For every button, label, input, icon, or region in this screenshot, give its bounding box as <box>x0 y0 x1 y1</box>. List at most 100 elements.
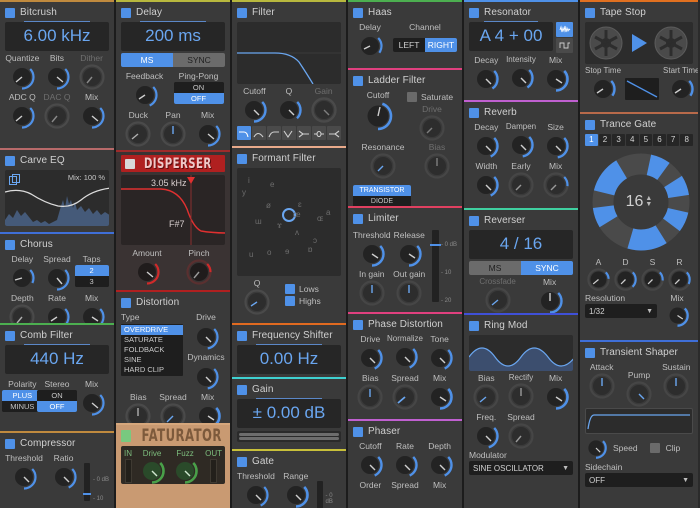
pd-tone-knob[interactable] <box>426 345 453 371</box>
filter-shape-lowshelf-icon[interactable] <box>297 126 311 140</box>
ring-mod-enable-checkbox[interactable] <box>469 320 479 331</box>
knob-bias[interactable]: Bias <box>121 392 155 423</box>
haas-enable-checkbox[interactable] <box>353 7 363 18</box>
saturate-row[interactable]: Saturate <box>407 92 457 102</box>
module-disperser[interactable]: DISPERSER 3.05 kHz F#7 Amount Pinch <box>116 150 230 290</box>
resonator-decay-knob[interactable] <box>473 66 500 92</box>
stepper-arrows-icon[interactable]: ▲ ▼ <box>645 195 652 208</box>
knob-dither[interactable]: Dither <box>74 53 108 90</box>
start-time-knob[interactable] <box>668 76 694 102</box>
channel-option-left[interactable]: LEFT <box>393 38 425 52</box>
ladder-mode-transistor[interactable]: TRANSISTOR <box>353 185 411 196</box>
knob-depth[interactable]: Depth <box>422 441 456 478</box>
filter-shape-highpass-icon[interactable] <box>267 126 281 140</box>
rm-bias-knob[interactable] <box>473 384 499 410</box>
resonator-wave-buttons[interactable] <box>556 22 573 53</box>
rate-knob[interactable] <box>44 304 70 323</box>
knob-spread[interactable]: Spread <box>40 254 74 291</box>
knob-mix[interactable]: Mix <box>422 480 456 491</box>
tg-sustain-knob[interactable] <box>641 268 664 291</box>
knob-drive[interactable]: Drive <box>353 334 387 371</box>
module-carve-eq[interactable]: Carve EQ Mix: 100 % <box>0 148 114 232</box>
trance-gate-step-count[interactable]: 16 ▲ ▼ <box>626 193 653 211</box>
transient-shaper-enable-checkbox[interactable] <box>585 347 595 358</box>
gain-enable-checkbox[interactable] <box>237 384 247 395</box>
limiter-in-gain-knob[interactable] <box>359 280 385 306</box>
knob-start-time[interactable]: Start Time <box>663 66 698 102</box>
ladder-mode-toggle[interactable]: TRANSISTOR DIODE <box>353 185 411 206</box>
pd-normalize-knob[interactable] <box>392 344 418 370</box>
rm-spread-knob[interactable] <box>508 423 534 449</box>
reverb-enable-checkbox[interactable] <box>469 107 479 118</box>
quantize-knob[interactable] <box>9 64 35 90</box>
reverser-sync-option-ms[interactable]: MS <box>469 261 521 275</box>
module-transient-shaper[interactable]: Transient Shaper Attack Pump Sustain Spe… <box>580 340 698 508</box>
reverser-sync-toggle[interactable]: MS SYNC <box>469 261 573 275</box>
knob-early[interactable]: Early <box>504 161 538 198</box>
step-bank-7[interactable]: 7 <box>666 134 680 146</box>
delay-sync-toggle[interactable]: MS SYNC <box>121 53 225 67</box>
tape-stop-enable-checkbox[interactable] <box>585 7 595 18</box>
knob-feedback[interactable]: Feedback <box>121 71 168 108</box>
knob-attack[interactable]: A <box>585 257 612 291</box>
dynamics-knob[interactable] <box>193 364 219 390</box>
stereo-selector[interactable]: Stereo ON OFF <box>36 379 77 412</box>
ring-mod-wave-graph[interactable] <box>469 335 573 371</box>
knob-bits[interactable]: Bits <box>40 53 74 90</box>
formant-lows-row[interactable]: Lows <box>285 284 341 294</box>
knob-threshold[interactable]: Threshold <box>353 230 391 267</box>
knob-release[interactable]: Release <box>390 230 427 267</box>
reverser-sync-option-sync[interactable]: SYNC <box>521 261 573 275</box>
knob-cutoff[interactable]: Cutoff <box>353 441 387 478</box>
filter-shape-bandpass-icon[interactable] <box>252 126 266 140</box>
bitcrush-frequency-display[interactable]: 6.00 kHz <box>5 21 109 51</box>
ts-envelope-graph[interactable] <box>585 408 693 434</box>
pd-drive-knob[interactable] <box>357 345 384 371</box>
module-reverser[interactable]: Reverser 4 / 16 MS SYNC Crossfade Mix <box>464 208 578 313</box>
knob-mix[interactable]: Mix <box>422 373 456 410</box>
ts-pump-knob[interactable] <box>626 381 652 407</box>
rm-mix-knob[interactable] <box>542 384 569 410</box>
formant-filter-enable-checkbox[interactable] <box>237 153 247 164</box>
knob-dampen[interactable]: Dampen <box>504 122 538 158</box>
square-wave-icon[interactable] <box>556 38 573 53</box>
knob-quantize[interactable]: Quantize <box>5 53 39 90</box>
distortion-type-list[interactable]: OVERDRIVE SATURATE FOLDBACK SINE HARD CL… <box>121 324 183 376</box>
step-bank-5[interactable]: 5 <box>639 134 653 146</box>
reverb-size-knob[interactable] <box>542 133 569 159</box>
knob-adc-q[interactable]: ADC Q <box>5 92 39 129</box>
adc-q-knob[interactable] <box>9 103 35 129</box>
pingpong-option-off[interactable]: OFF <box>173 93 224 104</box>
module-distortion[interactable]: Distortion Type OVERDRIVE SATURATE FOLDB… <box>116 290 230 423</box>
knob-bias[interactable]: Bias <box>469 373 503 410</box>
module-compressor[interactable]: Compressor Threshold Ratio - 0 dB - 10 <box>0 431 114 508</box>
distortion-type-selector[interactable]: Type OVERDRIVE SATURATE FOLDBACK SINE HA… <box>121 312 183 376</box>
bits-knob[interactable] <box>44 64 70 90</box>
reverb-mix-knob[interactable] <box>543 172 569 198</box>
mix-knob[interactable] <box>79 304 105 323</box>
knob-delay[interactable]: Delay <box>5 254 39 291</box>
module-phase-distortion[interactable]: Phase Distortion Drive Normalize Tone Bi… <box>348 312 462 419</box>
reverb-dampen-knob[interactable] <box>508 132 534 158</box>
disperser-curve-graph[interactable]: 3.05 kHz F#7 <box>121 175 225 245</box>
pd-mix-knob[interactable] <box>426 384 453 410</box>
rm-rectify-knob[interactable] <box>508 383 534 409</box>
module-ring-mod[interactable]: Ring Mod Bias Rectify Mix Freq. Spread M… <box>464 313 578 508</box>
polarity-selector[interactable]: Polarity PLUS MINUS <box>2 379 43 412</box>
limiter-enable-checkbox[interactable] <box>353 213 363 224</box>
knob-q[interactable]: Q <box>237 278 277 315</box>
knob-stop-time[interactable]: Stop Time <box>585 66 621 102</box>
knob-pinch[interactable]: Pinch <box>173 248 225 285</box>
step-bank-1[interactable]: 1 <box>585 134 598 146</box>
taps-selector[interactable]: Taps 2 3 <box>74 254 109 287</box>
ladder-bias-knob[interactable] <box>424 153 450 179</box>
channel-option-right[interactable]: RIGHT <box>425 38 457 52</box>
modulator-dropdown[interactable]: SINE OSCILLATOR ▼ <box>469 461 573 475</box>
delay-knob[interactable] <box>9 265 35 291</box>
saturate-checkbox[interactable] <box>407 92 417 102</box>
knob-spread[interactable]: Spread <box>504 412 538 449</box>
knob-width[interactable]: Width <box>469 161 503 198</box>
ladder-cutoff-knob[interactable] <box>363 101 393 131</box>
phaser-cutoff-knob[interactable] <box>357 452 384 478</box>
knob-order[interactable]: Order <box>353 480 387 491</box>
